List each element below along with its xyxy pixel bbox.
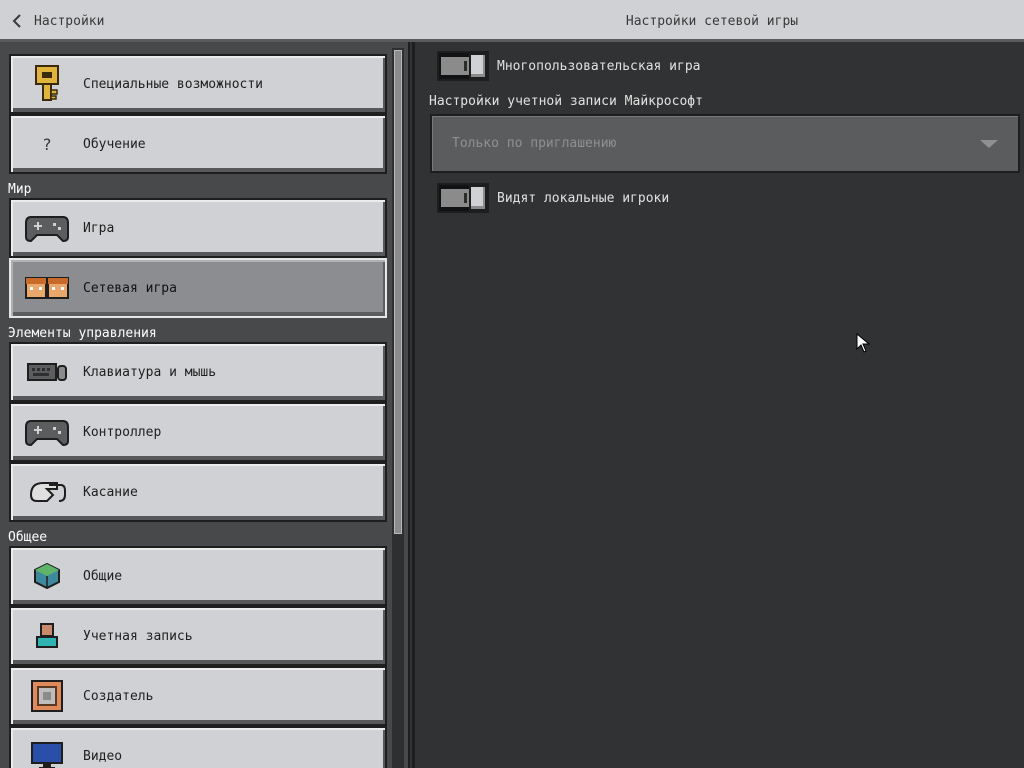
mouse-pointer-icon (856, 333, 870, 353)
question-icon: ? (42, 134, 52, 154)
local-players-toggle-row[interactable]: Видят локальные игроки (437, 183, 669, 213)
dropdown-value: Только по приглашению (452, 136, 617, 151)
sidebar-item-creator[interactable]: Создатель (9, 666, 387, 726)
chevron-down-icon (980, 140, 998, 148)
creator-icon (25, 674, 69, 718)
sidebar-item-general[interactable]: Общие (9, 546, 387, 606)
multiplayer-toggle-label: Многопользовательская игра (497, 58, 701, 74)
multiplayer-settings-panel: Многопользовательская игра Настройки уче… (412, 42, 1024, 768)
local-players-toggle-label: Видят локальные игроки (497, 190, 670, 206)
players-icon (25, 266, 69, 310)
sidebar-item-account[interactable]: Учетная запись (9, 606, 387, 666)
key-icon (25, 62, 69, 106)
sidebar-item-label: Игра (83, 220, 115, 236)
sidebar-item-label: Общие (83, 568, 123, 584)
back-button[interactable]: Настройки (10, 10, 104, 32)
globe-icon (25, 554, 69, 598)
controller-icon (25, 410, 69, 454)
account-permission-dropdown[interactable]: Только по приглашению (430, 114, 1020, 173)
keyboard-mouse-icon (25, 350, 69, 394)
sidebar-item-accessibility[interactable]: Специальные возможности (9, 54, 387, 114)
sidebar-item-label: Контроллер (83, 424, 162, 440)
sidebar-item-label: Сетевая игра (83, 280, 177, 296)
touch-icon (25, 470, 69, 514)
sidebar-item-label: Создатель (83, 688, 154, 704)
multiplayer-toggle-row[interactable]: Многопользовательская игра (437, 51, 701, 81)
sidebar-item-multiplayer[interactable]: Сетевая игра (9, 258, 387, 318)
sidebar-item-label: Видео (83, 748, 123, 764)
monitor-icon (25, 734, 69, 768)
account-icon (25, 614, 69, 658)
settings-sidebar: Специальные возможности ? Обучение Мир И… (0, 42, 410, 768)
section-label-controls: Элементы управления (8, 326, 157, 341)
sidebar-item-label: Касание (83, 484, 138, 500)
sidebar-item-game[interactable]: Игра (9, 198, 387, 258)
sidebar-item-controller[interactable]: Контроллер (9, 402, 387, 462)
section-label-general: Общее (8, 530, 48, 545)
sidebar-item-label: Специальные возможности (83, 76, 264, 92)
sidebar-item-label: Учетная запись (83, 628, 193, 644)
sidebar-item-video[interactable]: Видео (9, 726, 387, 768)
back-label: Настройки (34, 13, 105, 29)
page-title: Настройки сетевой игры (625, 14, 799, 29)
top-bar: Настройки Настройки сетевой игры (0, 0, 1024, 42)
local-players-toggle[interactable] (437, 183, 489, 213)
section-label-world: Мир (8, 182, 32, 197)
sidebar-item-keyboard-mouse[interactable]: Клавиатура и мышь (9, 342, 387, 402)
multiplayer-toggle[interactable] (437, 51, 489, 81)
account-settings-label: Настройки учетной записи Майкрософт (429, 94, 703, 109)
sidebar-item-label: Обучение (83, 136, 146, 152)
sidebar-scrollbar-thumb[interactable] (394, 50, 402, 534)
gamepad-icon (25, 206, 69, 250)
chevron-left-icon (12, 14, 21, 28)
sidebar-item-label: Клавиатура и мышь (83, 364, 217, 380)
sidebar-item-tutorial[interactable]: ? Обучение (9, 114, 387, 174)
sidebar-item-touch[interactable]: Касание (9, 462, 387, 522)
